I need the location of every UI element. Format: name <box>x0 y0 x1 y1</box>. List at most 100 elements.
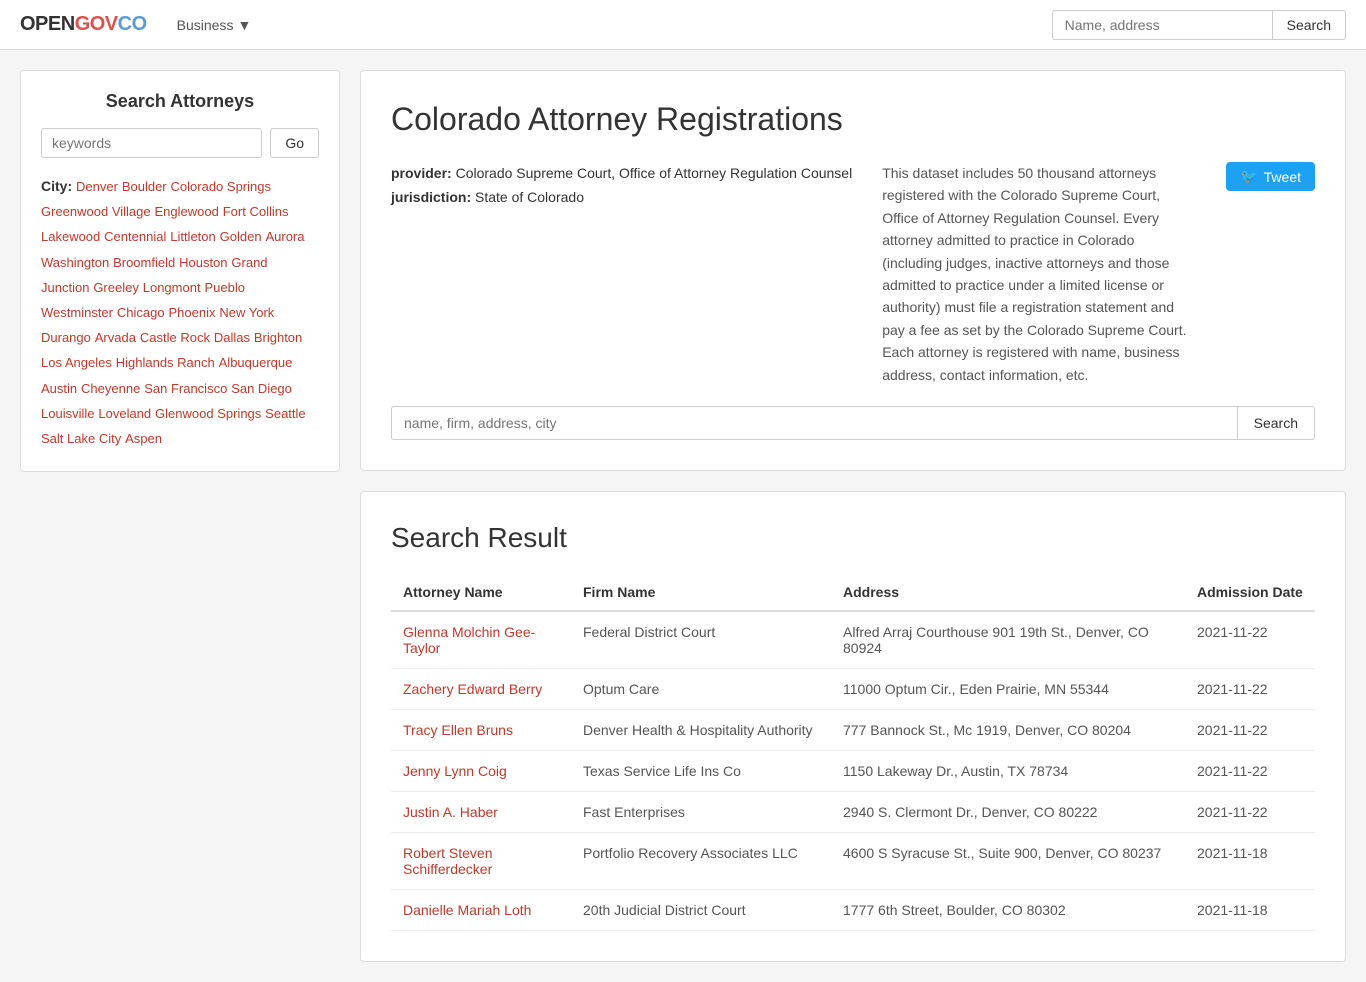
jurisdiction-value: State of Colorado <box>475 189 584 205</box>
tweet-label: Tweet <box>1264 169 1301 185</box>
city-link[interactable]: Washington <box>41 255 109 270</box>
city-link[interactable]: Dallas <box>214 330 250 345</box>
city-link[interactable]: New York <box>219 305 274 320</box>
logo-co: CO <box>118 13 147 35</box>
city-link[interactable]: Aspen <box>125 431 162 446</box>
address-cell: 11000 Optum Cir., Eden Prairie, MN 55344 <box>831 668 1185 709</box>
city-link[interactable]: Englewood <box>155 204 219 219</box>
logo[interactable]: OPENGOVCO <box>20 13 147 36</box>
header-search-input[interactable] <box>1052 10 1272 40</box>
city-link[interactable]: Westminster <box>41 305 113 320</box>
city-link[interactable]: Arvada <box>95 330 136 345</box>
city-link[interactable]: Chicago <box>117 305 165 320</box>
city-link[interactable]: Phoenix <box>168 305 215 320</box>
date-cell: 2021-11-18 <box>1185 832 1315 889</box>
city-link[interactable]: Seattle <box>265 406 305 421</box>
city-link[interactable]: Colorado Springs <box>171 179 271 194</box>
address-cell: Alfred Arraj Courthouse 901 19th St., De… <box>831 611 1185 669</box>
city-link[interactable]: Fort Collins <box>223 204 289 219</box>
info-search-input[interactable] <box>391 406 1237 440</box>
attorney-name-link[interactable]: Zachery Edward Berry <box>403 681 542 697</box>
city-link[interactable]: Houston <box>179 255 227 270</box>
results-tbody: Glenna Molchin Gee-Taylor Federal Distric… <box>391 611 1315 931</box>
nav-business-label: Business <box>177 17 234 33</box>
attorney-name-cell: Danielle Mariah Loth <box>391 889 571 930</box>
city-link[interactable]: Boulder <box>122 179 167 194</box>
header: OPENGOVCO Business ▼ Search <box>0 0 1366 50</box>
attorney-name-link[interactable]: Jenny Lynn Coig <box>403 763 507 779</box>
city-link[interactable]: Highlands Ranch <box>116 355 215 370</box>
city-link[interactable]: Castle Rock <box>140 330 210 345</box>
results-table: Attorney Name Firm Name Address Admissio… <box>391 574 1315 931</box>
city-link[interactable]: Greenwood Village <box>41 204 151 219</box>
city-link[interactable]: Louisville <box>41 406 94 421</box>
results-card: Search Result Attorney Name Firm Name Ad… <box>360 491 1346 962</box>
attorney-name-cell: Robert Steven Schifferdecker <box>391 832 571 889</box>
sidebar-title: Search Attorneys <box>41 91 319 112</box>
col-admission-date: Admission Date <box>1185 574 1315 611</box>
city-link[interactable]: Denver <box>76 179 118 194</box>
keyword-row: Go <box>41 128 319 158</box>
keyword-input[interactable] <box>41 128 262 158</box>
table-row: Zachery Edward BerryOptum Care11000 Optu… <box>391 668 1315 709</box>
city-link[interactable]: Durango <box>41 330 91 345</box>
city-link[interactable]: Greeley <box>93 280 139 295</box>
city-link[interactable]: Golden <box>220 229 262 244</box>
header-search-button[interactable]: Search <box>1272 10 1346 40</box>
go-button[interactable]: Go <box>270 128 319 158</box>
address-cell: 4600 S Syracuse St., Suite 900, Denver, … <box>831 832 1185 889</box>
attorney-name-link[interactable]: Glenna Molchin Gee-Taylor <box>403 624 535 656</box>
city-link[interactable]: Brighton <box>254 330 302 345</box>
firm-name-cell: Federal District Court <box>571 611 831 669</box>
table-header: Attorney Name Firm Name Address Admissio… <box>391 574 1315 611</box>
attorney-name-link[interactable]: Robert Steven Schifferdecker <box>403 845 493 877</box>
firm-name-cell: Denver Health & Hospitality Authority <box>571 709 831 750</box>
firm-name-cell: Portfolio Recovery Associates LLC <box>571 832 831 889</box>
address-cell: 777 Bannock St., Mc 1919, Denver, CO 802… <box>831 709 1185 750</box>
col-address: Address <box>831 574 1185 611</box>
city-link[interactable]: Salt Lake City <box>41 431 121 446</box>
city-link[interactable]: Loveland <box>98 406 151 421</box>
tweet-area: 🐦 Tweet <box>1226 162 1315 386</box>
tweet-button[interactable]: 🐦 Tweet <box>1226 162 1315 191</box>
city-link[interactable]: San Francisco <box>144 381 227 396</box>
table-row: Glenna Molchin Gee-Taylor Federal Distric… <box>391 611 1315 669</box>
city-link[interactable]: Glenwood Springs <box>155 406 261 421</box>
city-link[interactable]: San Diego <box>231 381 292 396</box>
main-nav: Business ▼ <box>167 17 262 33</box>
col-firm-name: Firm Name <box>571 574 831 611</box>
table-row: Tracy Ellen Bruns Denver Health & Hospita… <box>391 709 1315 750</box>
city-label: City: <box>41 178 72 194</box>
city-link[interactable]: Los Angeles <box>41 355 112 370</box>
sidebar: Search Attorneys Go City: Denver Boulder… <box>20 70 340 472</box>
city-link[interactable]: Littleton <box>170 229 216 244</box>
city-link[interactable]: Centennial <box>104 229 166 244</box>
page-title: Colorado Attorney Registrations <box>391 101 1315 138</box>
table-row: Justin A. HaberFast Enterprises2940 S. C… <box>391 791 1315 832</box>
city-link[interactable]: Pueblo <box>204 280 244 295</box>
attorney-name-link[interactable]: Tracy Ellen Bruns <box>403 722 513 738</box>
firm-name-cell: Texas Service Life Ins Co <box>571 750 831 791</box>
city-link[interactable]: Longmont <box>143 280 201 295</box>
attorney-name-cell: Zachery Edward Berry <box>391 668 571 709</box>
attorney-name-link[interactable]: Justin A. Haber <box>403 804 498 820</box>
city-link[interactable]: Broomfield <box>113 255 175 270</box>
address-cell: 1150 Lakeway Dr., Austin, TX 78734 <box>831 750 1185 791</box>
info-meta: provider: Colorado Supreme Court, Office… <box>391 162 852 386</box>
city-link[interactable]: Austin <box>41 381 77 396</box>
info-description: This dataset includes 50 thousand attorn… <box>882 162 1196 386</box>
city-link[interactable]: Aurora <box>265 229 304 244</box>
jurisdiction-row: jurisdiction: State of Colorado <box>391 186 852 210</box>
attorney-name-link[interactable]: Danielle Mariah Loth <box>403 902 531 918</box>
nav-business[interactable]: Business ▼ <box>167 17 262 33</box>
info-card: Colorado Attorney Registrations provider… <box>360 70 1346 471</box>
jurisdiction-label: jurisdiction: <box>391 189 471 205</box>
twitter-icon: 🐦 <box>1240 168 1257 185</box>
info-search-button[interactable]: Search <box>1237 406 1315 440</box>
attorney-name-cell: Justin A. Haber <box>391 791 571 832</box>
city-link[interactable]: Cheyenne <box>81 381 140 396</box>
table-row: Robert Steven Schifferdecker Portfolio Re… <box>391 832 1315 889</box>
city-link[interactable]: Lakewood <box>41 229 100 244</box>
city-link[interactable]: Albuquerque <box>219 355 293 370</box>
provider-value: Colorado Supreme Court, Office of Attorn… <box>456 165 853 181</box>
